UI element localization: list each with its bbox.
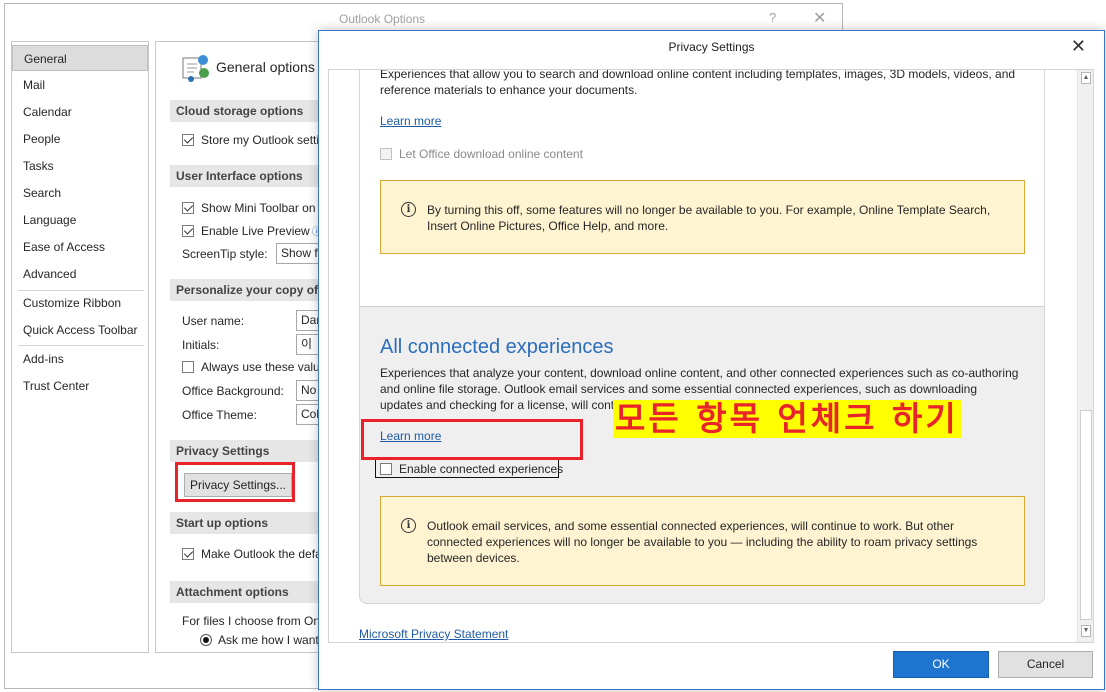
always-use-values-option[interactable]: Always use these value (182, 360, 326, 374)
initials-label: Initials: (182, 338, 220, 352)
vertical-scrollbar[interactable]: ▲ ▼ (1077, 70, 1093, 642)
always-use-label: Always use these value (201, 360, 327, 374)
mini-toolbar-label: Show Mini Toolbar on (201, 201, 316, 215)
section-user-interface: User Interface options (170, 165, 335, 187)
microsoft-privacy-statement-link[interactable]: Microsoft Privacy Statement (359, 627, 508, 641)
ask-me-radio[interactable] (200, 634, 212, 646)
store-outlook-settings-option[interactable]: Store my Outlook setti (182, 133, 319, 147)
sidebar-item-advanced[interactable]: Advanced (12, 261, 148, 287)
download-info-box: i By turning this off, some features wil… (380, 180, 1025, 254)
all-connected-heading: All connected experiences (380, 336, 614, 358)
sidebar-item-ease-of-access[interactable]: Ease of Access (12, 234, 148, 260)
download-info-text: By turning this off, some features will … (427, 203, 991, 233)
screen: Outlook Options ? ✕ General Mail Calenda… (0, 0, 1106, 692)
enable-connected-checkbox[interactable] (380, 463, 392, 475)
page-title: General options fo (216, 59, 331, 75)
live-preview-checkbox[interactable] (182, 225, 194, 237)
user-name-label: User name: (182, 314, 245, 328)
store-outlook-checkbox[interactable] (182, 134, 194, 146)
make-default-option[interactable]: Make Outlook the defa (182, 547, 322, 561)
make-default-label: Make Outlook the defa (201, 547, 322, 561)
make-default-checkbox[interactable] (182, 548, 194, 560)
annotation-text: 모든 항목 언체크 하기 (613, 399, 961, 438)
download-content-checkbox[interactable] (380, 148, 392, 160)
scroll-thumb[interactable] (1080, 410, 1092, 620)
mini-toolbar-option[interactable]: Show Mini Toolbar on (182, 201, 316, 215)
download-content-option[interactable]: Let Office download online content (380, 147, 583, 161)
sidebar-item-language[interactable]: Language (12, 207, 148, 233)
sidebar-item-quick-access-toolbar[interactable]: Quick Access Toolbar (12, 317, 148, 343)
sidebar-item-tasks[interactable]: Tasks (12, 153, 148, 179)
download-content-label: Let Office download online content (399, 147, 583, 161)
help-button[interactable]: ? (769, 10, 776, 25)
privacy-close-button[interactable]: ✕ (1071, 36, 1086, 57)
enable-connected-option[interactable]: Enable connected experiences (380, 462, 563, 476)
mini-toolbar-checkbox[interactable] (182, 202, 194, 214)
privacy-settings-dialog: Privacy Settings ✕ Experiences that allo… (318, 30, 1105, 690)
office-background-label: Office Background: (182, 384, 284, 398)
cancel-button[interactable]: Cancel (998, 651, 1093, 678)
privacy-button-highlight (175, 462, 295, 502)
scroll-down-arrow-icon[interactable]: ▼ (1081, 625, 1091, 637)
scroll-up-arrow-icon[interactable]: ▲ (1081, 72, 1091, 84)
enable-checkbox-highlight (361, 419, 583, 460)
options-content-pane: General options fo Cloud storage options… (155, 41, 335, 653)
sidebar-item-search[interactable]: Search (12, 180, 148, 206)
live-preview-label: Enable Live Preview (201, 224, 310, 238)
privacy-scroll-area: Experiences that allow you to search and… (328, 69, 1094, 643)
for-files-label: For files I choose from On (182, 614, 321, 628)
options-window-title: Outlook Options (339, 12, 426, 26)
options-sidebar: General Mail Calendar People Tasks Searc… (11, 41, 149, 653)
sidebar-item-mail[interactable]: Mail (12, 72, 148, 98)
section-attachment: Attachment options (170, 581, 335, 603)
sidebar-item-trust-center[interactable]: Trust Center (12, 373, 148, 399)
sidebar-item-general[interactable]: General (12, 45, 148, 71)
sidebar-item-people[interactable]: People (12, 126, 148, 152)
always-use-checkbox[interactable] (182, 361, 194, 373)
learn-more-link-download[interactable]: Learn more (380, 114, 441, 128)
section-personalize: Personalize your copy of M (170, 279, 335, 301)
screentip-label: ScreenTip style: (182, 247, 268, 261)
ok-button[interactable]: OK (893, 651, 989, 678)
connected-info-text: Outlook email services, and some essenti… (427, 519, 978, 565)
info-icon: i (401, 202, 416, 217)
ask-me-option[interactable]: Ask me how I want (200, 633, 319, 647)
info-icon: i (401, 518, 416, 533)
connected-info-box: i Outlook email services, and some essen… (380, 496, 1025, 586)
sidebar-item-customize-ribbon[interactable]: Customize Ribbon (12, 290, 148, 316)
enable-connected-label: Enable connected experiences (399, 462, 564, 476)
download-description: Experiences that allow you to search and… (380, 69, 1016, 97)
store-outlook-label: Store my Outlook setti (201, 133, 320, 147)
office-theme-label: Office Theme: (182, 408, 257, 422)
general-options-icon (182, 55, 209, 82)
privacy-dialog-title: Privacy Settings (668, 40, 755, 54)
section-privacy-settings: Privacy Settings (170, 440, 335, 462)
options-close-button[interactable]: ✕ (813, 8, 826, 28)
download-content-panel: Experiences that allow you to search and… (359, 69, 1045, 306)
section-cloud-storage: Cloud storage options (170, 100, 335, 122)
section-startup: Start up options (170, 512, 335, 534)
ask-me-label: Ask me how I want (218, 633, 319, 647)
live-preview-option[interactable]: Enable Live Preview ⓘ (182, 223, 322, 238)
sidebar-item-calendar[interactable]: Calendar (12, 99, 148, 125)
sidebar-item-add-ins[interactable]: Add-ins (12, 346, 148, 372)
